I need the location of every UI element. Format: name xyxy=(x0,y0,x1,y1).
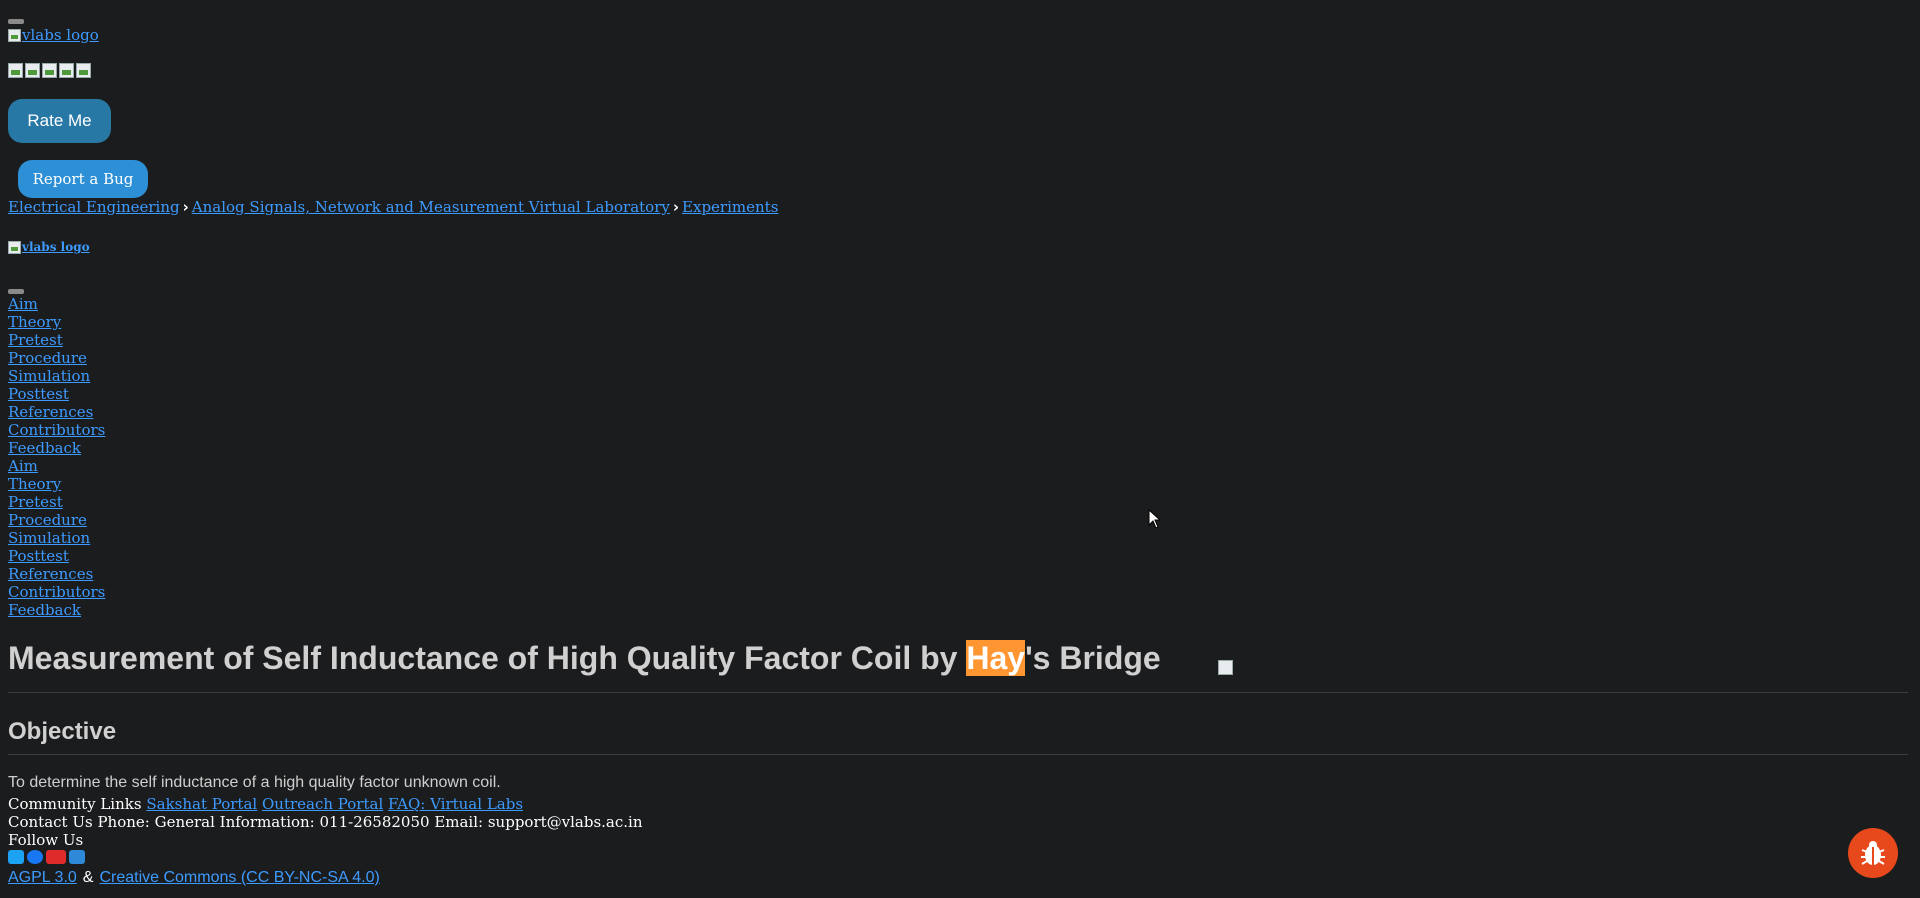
license-links: AGPL 3.0 & Creative Commons (CC BY-NC-SA 4… xyxy=(8,869,380,886)
search-highlight: Hay xyxy=(966,640,1026,676)
broken-image-icon xyxy=(1218,660,1233,675)
nav-item-simulation[interactable]: Simulation xyxy=(8,367,105,385)
experiment-nav: Aim Theory Pretest Procedure Simulation … xyxy=(8,295,105,619)
follow-us-label: Follow Us xyxy=(8,831,84,849)
nav-item-feedback[interactable]: Feedback xyxy=(8,439,105,457)
breadcrumb-experiments[interactable]: Experiments xyxy=(682,198,778,216)
sakshat-portal-link[interactable]: Sakshat Portal xyxy=(146,795,257,813)
nav-item-theory[interactable]: Theory xyxy=(8,475,105,493)
rate-me-button[interactable]: Rate Me xyxy=(8,99,111,143)
nav-item-pretest[interactable]: Pretest xyxy=(8,331,105,349)
mouse-cursor-icon xyxy=(1148,509,1162,529)
faq-link[interactable]: FAQ: Virtual Labs xyxy=(388,795,523,813)
breadcrumb-lab[interactable]: Analog Signals, Network and Measurement … xyxy=(192,198,670,216)
sidebar-logo-link[interactable]: vlabs logo xyxy=(8,240,90,254)
bug-icon xyxy=(1861,841,1885,865)
nav-item-aim[interactable]: Aim xyxy=(8,295,105,313)
vlabs-logo-link[interactable]: vlabs logo xyxy=(8,26,99,44)
sidebar-toggle-button[interactable] xyxy=(8,289,24,294)
star-icon[interactable] xyxy=(25,63,40,78)
nav-item-contributors[interactable]: Contributors xyxy=(8,583,105,601)
contact-info: Contact Us Phone: General Information: 0… xyxy=(8,813,643,831)
nav-item-feedback[interactable]: Feedback xyxy=(8,601,105,619)
youtube-icon[interactable] xyxy=(46,850,66,864)
nav-item-simulation[interactable]: Simulation xyxy=(8,529,105,547)
nav-item-theory[interactable]: Theory xyxy=(8,313,105,331)
chevron-right-icon: › xyxy=(672,198,680,216)
nav-item-procedure[interactable]: Procedure xyxy=(8,349,105,367)
breadcrumb: Electrical Engineering › Analog Signals, N… xyxy=(8,198,778,216)
nav-item-aim[interactable]: Aim xyxy=(8,457,105,475)
rating-stars[interactable] xyxy=(8,63,91,78)
report-bug-button[interactable]: Report a Bug xyxy=(18,160,148,198)
linkedin-icon[interactable] xyxy=(69,850,85,864)
divider xyxy=(8,754,1908,755)
chevron-right-icon: › xyxy=(182,198,189,216)
agpl-link[interactable]: AGPL 3.0 xyxy=(8,869,77,886)
divider xyxy=(8,692,1908,693)
community-links: Community Links Sakshat Portal Outreach … xyxy=(8,795,524,813)
report-bug-fab[interactable] xyxy=(1848,828,1898,878)
broken-image-icon xyxy=(8,28,21,42)
social-icons xyxy=(8,850,85,864)
nav-item-posttest[interactable]: Posttest xyxy=(8,385,105,403)
objective-text: To determine the self inductance of a hi… xyxy=(8,774,501,791)
nav-item-references[interactable]: References xyxy=(8,565,105,583)
facebook-icon[interactable] xyxy=(27,850,43,864)
broken-image-icon xyxy=(8,240,21,254)
nav-item-pretest[interactable]: Pretest xyxy=(8,493,105,511)
section-heading: Objective xyxy=(8,718,117,745)
star-icon[interactable] xyxy=(8,63,23,78)
nav-item-references[interactable]: References xyxy=(8,403,105,421)
outreach-portal-link[interactable]: Outreach Portal xyxy=(262,795,383,813)
nav-item-posttest[interactable]: Posttest xyxy=(8,547,105,565)
page-title: Measurement of Self Inductance of High Q… xyxy=(8,640,1161,676)
creative-commons-link[interactable]: Creative Commons (CC BY-NC-SA 4.0) xyxy=(99,869,379,886)
nav-item-procedure[interactable]: Procedure xyxy=(8,511,105,529)
star-icon[interactable] xyxy=(42,63,57,78)
twitter-icon[interactable] xyxy=(8,850,24,864)
star-icon[interactable] xyxy=(59,63,74,78)
breadcrumb-electrical-engineering[interactable]: Electrical Engineering xyxy=(8,198,180,216)
nav-item-contributors[interactable]: Contributors xyxy=(8,421,105,439)
star-icon[interactable] xyxy=(76,63,91,78)
menu-toggle-button[interactable] xyxy=(8,19,24,24)
